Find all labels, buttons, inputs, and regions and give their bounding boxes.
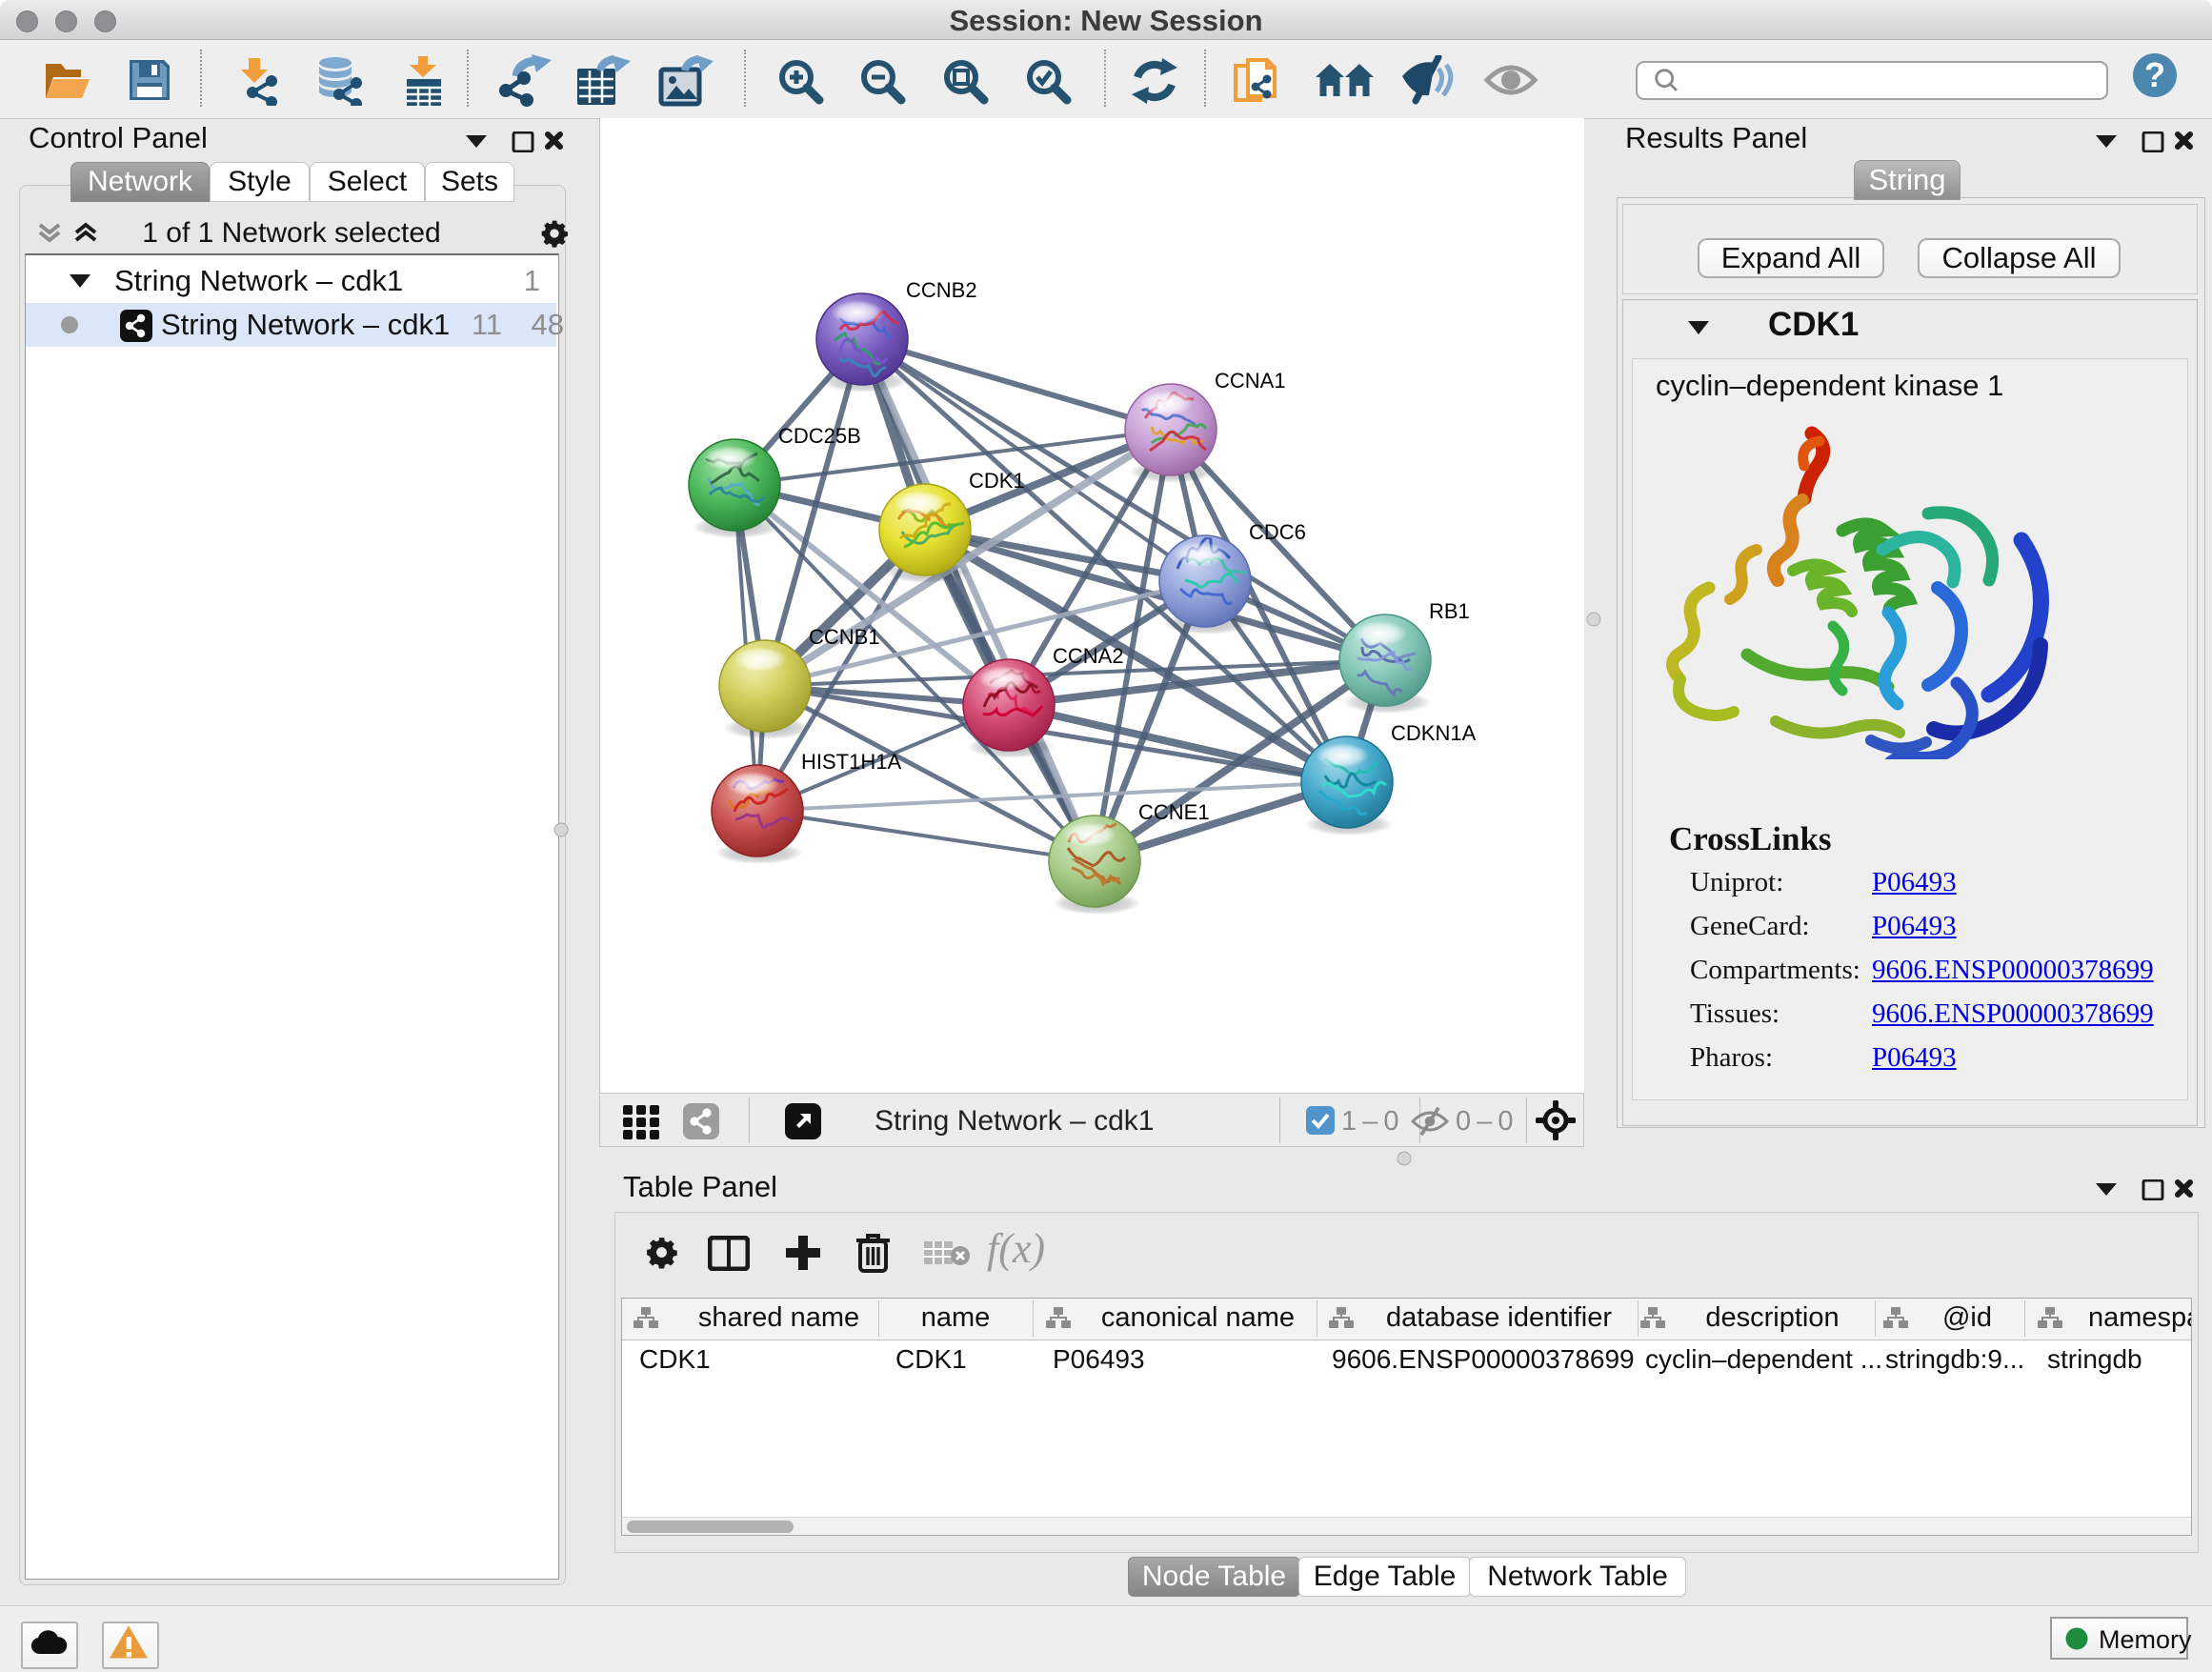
svg-text:CCNB2: CCNB2: [906, 278, 977, 302]
svg-text:CDK1: CDK1: [969, 469, 1025, 493]
svg-text:CDC6: CDC6: [1249, 520, 1306, 544]
svg-text:CCNE1: CCNE1: [1138, 800, 1210, 824]
svg-text:CDKN1A: CDKN1A: [1391, 721, 1477, 745]
svg-text:HIST1H1A: HIST1H1A: [801, 750, 901, 774]
svg-text:CCNB1: CCNB1: [809, 625, 880, 649]
svg-text:CCNA1: CCNA1: [1215, 369, 1286, 393]
svg-text:CDC25B: CDC25B: [778, 424, 861, 448]
svg-text:CCNA2: CCNA2: [1053, 644, 1124, 668]
svg-text:RB1: RB1: [1429, 599, 1470, 623]
svg-text:?: ?: [2144, 55, 2165, 94]
